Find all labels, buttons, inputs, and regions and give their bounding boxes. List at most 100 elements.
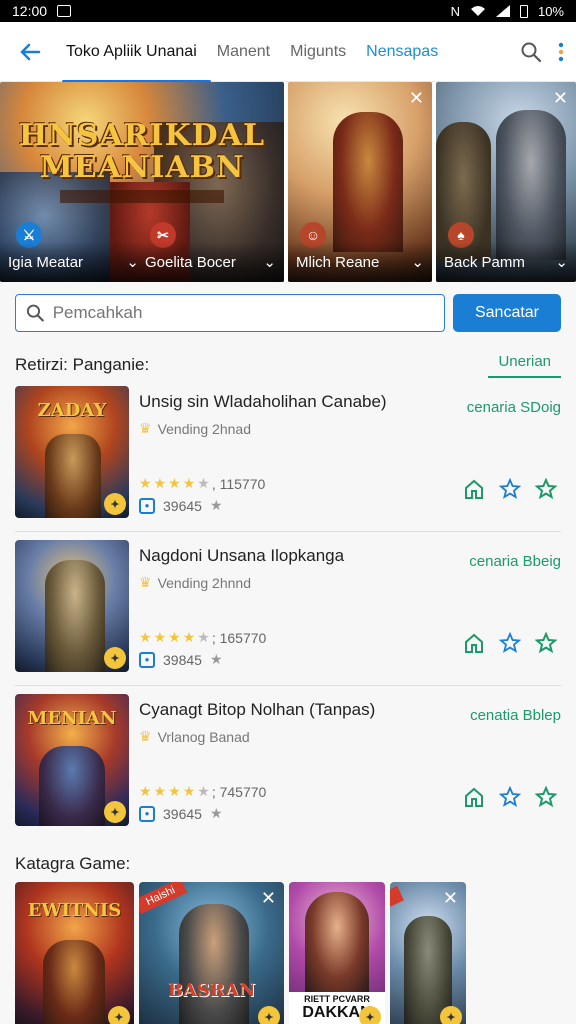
wifi-icon	[470, 6, 485, 16]
featured-card[interactable]: ✕ ♠ Back Pamm ⌄	[436, 82, 576, 282]
app-developer: Vending 2hnnd	[157, 574, 251, 591]
search-icon[interactable]	[520, 41, 542, 63]
list-item[interactable]: ✦ Nagdoni Unsana Ilopkanga ♛ Vending 2hnn…	[15, 532, 561, 686]
tab-nensapas[interactable]: Nensapas	[356, 22, 448, 82]
back-button[interactable]	[12, 34, 48, 70]
star-green-icon[interactable]	[535, 632, 557, 654]
search-button[interactable]: Sancatar	[453, 294, 561, 332]
star-icon: ★	[153, 783, 167, 799]
home-icon[interactable]	[463, 632, 485, 654]
star-icon: ★	[153, 629, 167, 645]
status-time: 12:00	[12, 3, 48, 19]
item-side-label[interactable]: cenatia Bblep	[470, 707, 561, 724]
category-card[interactable]: RIETT PCVARR DAKKAN ✦	[289, 882, 385, 1024]
star-half-icon: ★	[197, 629, 210, 645]
game-badge-icon: ✦	[440, 1006, 462, 1024]
category-card-title: EWITNIS	[27, 900, 122, 921]
category-card[interactable]: ✕ ✦	[390, 882, 466, 1024]
crown-icon: ♛	[139, 728, 152, 744]
status-bar: 12:00 N 10%	[0, 0, 576, 22]
featured-label-1: Igia Meatar	[8, 253, 84, 271]
search-input[interactable]	[52, 303, 434, 323]
downloads-count: 39845	[163, 651, 202, 668]
game-badge-icon: ✦	[104, 647, 126, 669]
downloads-row: ● 39645 ★	[139, 805, 223, 822]
app-developer: Vrlanog Banad	[157, 728, 250, 745]
signal-icon	[495, 5, 510, 17]
star-icon: ★	[153, 475, 167, 491]
notification-icon	[57, 5, 72, 17]
rating-row: ★ ★ ★ ★ ★ , 115770	[139, 475, 265, 492]
star-icon: ★	[182, 629, 196, 645]
top-app-bar: Toko Apliik Unanai Manent Migunts Nensap…	[0, 22, 576, 83]
category-card[interactable]: Haishi ✕ BASRAN ✦	[139, 882, 284, 1024]
home-icon[interactable]	[463, 478, 485, 500]
star-icon: ★	[168, 783, 181, 799]
item-side-label[interactable]: cenaria SDoig	[467, 399, 561, 416]
tab-manent[interactable]: Manent	[207, 22, 280, 82]
close-icon[interactable]: ✕	[261, 888, 276, 909]
more-vert-icon[interactable]	[558, 41, 564, 63]
star-half-icon: ★	[197, 475, 210, 491]
crown-icon: ♛	[139, 574, 152, 590]
app-thumbnail: MENIAN ✦	[15, 694, 129, 826]
app-thumbnail: ✦	[15, 540, 129, 672]
chevron-down-icon[interactable]: ⌄	[555, 253, 568, 271]
chevron-down-icon[interactable]: ⌄	[126, 253, 139, 271]
search-row: Sancatar	[0, 282, 576, 344]
search-icon	[26, 304, 44, 322]
downloads-row: ● 39645 ★	[139, 497, 223, 514]
battery-level: 10%	[537, 3, 564, 19]
star-icon: ★	[209, 651, 223, 667]
category-card-title: BASRAN	[167, 980, 256, 1001]
app-thumbnail: ZADAY ✦	[15, 386, 129, 518]
star-outline-icon[interactable]	[499, 632, 521, 654]
list-item[interactable]: MENIAN ✦ Cyanagt Bitop Nolhan (Tanpas) ♛…	[15, 686, 561, 840]
ratings-count: , 115770	[211, 475, 266, 492]
category-card[interactable]: EWITNIS ✦	[15, 882, 134, 1024]
app-developer: Vending 2hnad	[157, 420, 251, 437]
star-icon: ★	[139, 629, 152, 645]
tab-store[interactable]: Toko Apliik Unanai	[56, 22, 211, 83]
featured-card[interactable]: HNSARIKDAL MEANIABN ⚔ ✂ Igia Meatar ⌄ Goe…	[0, 82, 284, 282]
ratings-count: ; 745770	[211, 783, 267, 800]
close-icon[interactable]: ✕	[553, 88, 568, 109]
star-outline-icon[interactable]	[499, 786, 521, 808]
download-icon: ●	[139, 497, 155, 514]
list-item[interactable]: ZADAY ✦ Unsig sin Wladaholihan Canabe) ♛…	[15, 378, 561, 532]
nfc-icon: N	[450, 3, 460, 19]
star-half-icon: ★	[197, 783, 210, 799]
rating-row: ★ ★ ★ ★ ★ ; 165770	[139, 629, 266, 646]
tab-bar: Toko Apliik Unanai Manent Migunts Nensap…	[56, 22, 514, 83]
category-title: Katagra Game:	[15, 854, 131, 873]
featured-card[interactable]: ✕ ☺ Mlich Reane ⌄	[288, 82, 432, 282]
star-icon: ★	[182, 475, 196, 491]
downloads-row: ● 39845 ★	[139, 651, 223, 668]
close-icon[interactable]: ✕	[409, 88, 424, 109]
star-green-icon[interactable]	[535, 786, 557, 808]
star-icon: ★	[139, 475, 152, 491]
featured-label-4: Back Pamm	[444, 253, 525, 271]
arrow-left-icon	[20, 43, 41, 60]
home-icon[interactable]	[463, 786, 485, 808]
tab-migunts[interactable]: Migunts	[280, 22, 356, 82]
featured-carousel[interactable]: HNSARIKDAL MEANIABN ⚔ ✂ Igia Meatar ⌄ Goe…	[0, 82, 576, 282]
battery-icon	[519, 4, 528, 18]
game-badge-icon: ✦	[258, 1006, 280, 1024]
star-outline-icon[interactable]	[499, 478, 521, 500]
star-icon: ★	[168, 629, 181, 645]
chevron-down-icon[interactable]: ⌄	[411, 253, 424, 271]
featured-label-2: Goelita Bocer	[145, 253, 236, 271]
star-green-icon[interactable]	[535, 478, 557, 500]
close-icon[interactable]: ✕	[443, 888, 458, 909]
game-badge-icon: ✦	[104, 801, 126, 823]
section-title: Retirzi: Panganie:	[15, 355, 150, 374]
search-field[interactable]	[15, 294, 445, 332]
featured-label-3: Mlich Reane	[296, 253, 380, 271]
featured-title-line1: HNSARIKDAL	[18, 118, 266, 153]
chevron-down-icon[interactable]: ⌄	[263, 253, 276, 271]
item-side-label[interactable]: cenaria Bbeig	[469, 553, 561, 570]
section-link[interactable]: Unerian	[488, 353, 561, 378]
thumbnail-title: ZADAY	[37, 400, 107, 421]
download-icon: ●	[139, 805, 155, 822]
